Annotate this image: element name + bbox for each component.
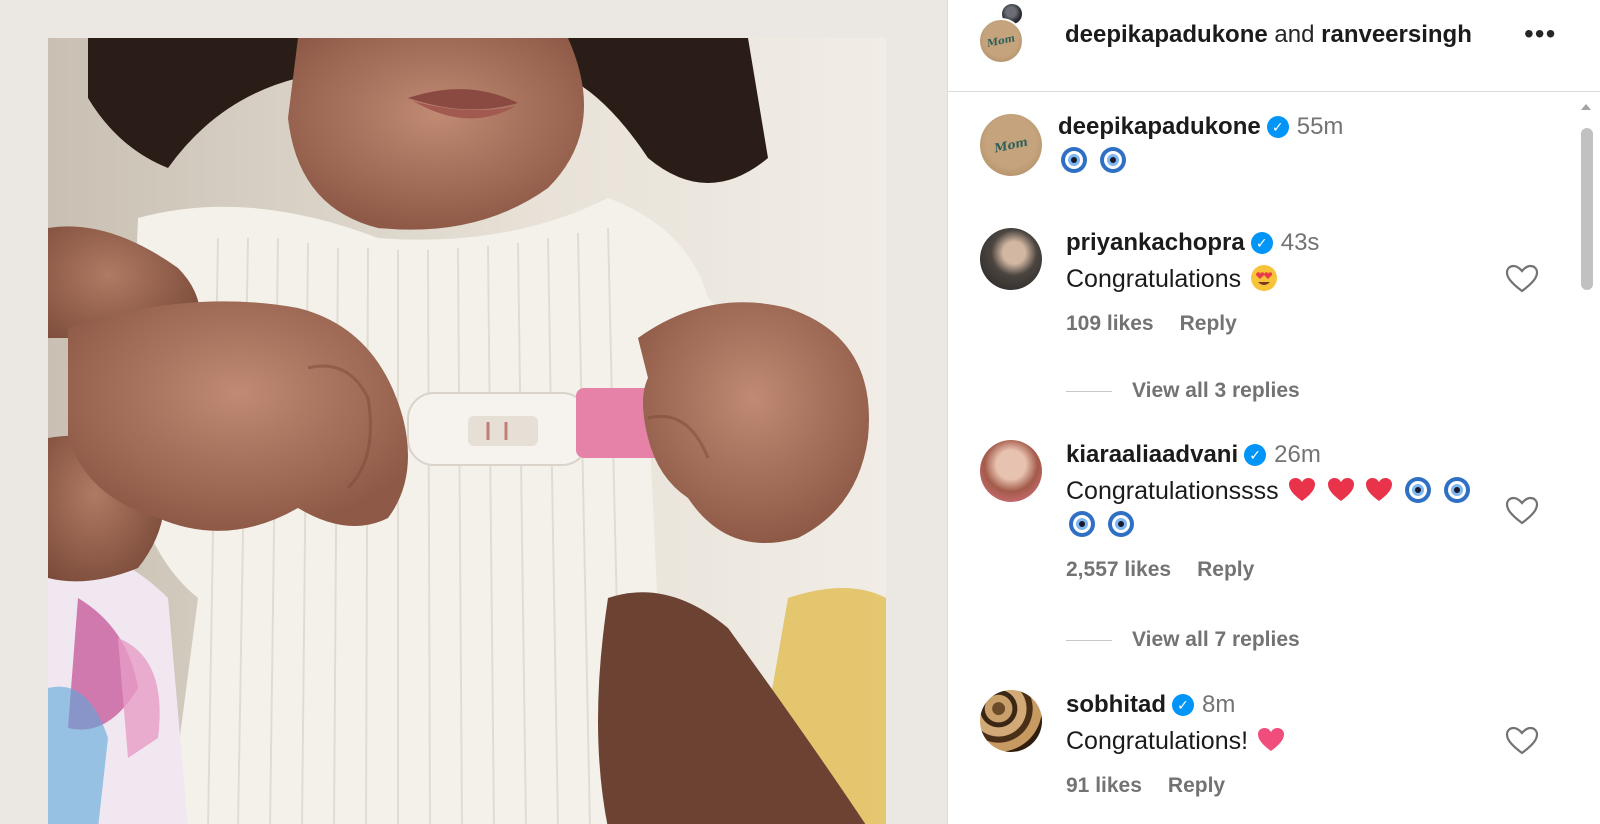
red-heart-icon bbox=[1366, 478, 1393, 501]
post-photo-illustration bbox=[48, 38, 886, 824]
heart-eyes-icon bbox=[1251, 265, 1278, 291]
comments-scrollbar[interactable] bbox=[1579, 100, 1593, 824]
avatar: Mom bbox=[978, 18, 1024, 64]
nazar-amulet-icon bbox=[1099, 147, 1126, 173]
more-options-button[interactable]: ••• bbox=[1524, 20, 1556, 48]
and-text: and bbox=[1274, 21, 1315, 48]
avatar[interactable] bbox=[980, 228, 1042, 290]
comment-body: priyankachopra ✓ 43s Congratulations 109 l… bbox=[1066, 228, 1486, 336]
avatar[interactable] bbox=[980, 690, 1042, 752]
verified-badge-icon: ✓ bbox=[1244, 444, 1267, 466]
comment-meta: 91 likes Reply bbox=[1066, 774, 1486, 798]
comment-text: Congratulations! bbox=[1066, 724, 1486, 758]
post-photo[interactable] bbox=[48, 38, 886, 824]
like-heart-icon[interactable] bbox=[1505, 496, 1539, 526]
comment-timestamp[interactable]: 43s bbox=[1281, 229, 1320, 256]
comment-timestamp[interactable]: 8m bbox=[1202, 691, 1235, 718]
replies-divider bbox=[1066, 390, 1112, 392]
nazar-amulet-icon bbox=[1061, 147, 1087, 173]
like-heart-icon[interactable] bbox=[1505, 264, 1539, 294]
view-replies-button[interactable]: View all 7 replies bbox=[1066, 628, 1300, 652]
author-link[interactable]: deepikapadukone bbox=[1065, 21, 1268, 48]
comment-header: priyankachopra ✓ 43s bbox=[1066, 228, 1486, 258]
view-replies-label: View all 3 replies bbox=[1132, 379, 1300, 402]
comment-username[interactable]: deepikapadukone bbox=[1058, 113, 1261, 140]
post-authors: deepikapadukone and ranveersingh bbox=[1065, 20, 1472, 50]
scrollbar-thumb[interactable] bbox=[1581, 128, 1593, 290]
comment-text-content: Congratulations bbox=[1066, 265, 1242, 293]
comment-text bbox=[1058, 144, 1478, 178]
red-heart-icon bbox=[1327, 478, 1354, 501]
verified-badge-icon: ✓ bbox=[1266, 116, 1289, 138]
comment-header: sobhitad ✓ 8m bbox=[1066, 690, 1486, 720]
reply-button[interactable]: Reply bbox=[1180, 312, 1237, 335]
nazar-amulet-icon bbox=[1444, 477, 1471, 503]
comment-item: sobhitad ✓ 8m Congratulations! 91 likes Rep… bbox=[948, 690, 1548, 824]
comment-username[interactable]: kiaraaliaadvani bbox=[1066, 441, 1238, 468]
avatar-text: Mom bbox=[985, 32, 1016, 50]
comment-username[interactable]: priyankachopra bbox=[1066, 229, 1245, 256]
comment-meta: 109 likes Reply bbox=[1066, 312, 1486, 336]
comments-side-pane: Mom deepikapadukone and ranveersingh •••… bbox=[947, 0, 1600, 824]
comment-timestamp[interactable]: 26m bbox=[1274, 441, 1321, 468]
comment-timestamp[interactable]: 55m bbox=[1297, 113, 1344, 140]
red-heart-icon bbox=[1288, 478, 1315, 501]
comment-body: deepikapadukone ✓ 55m bbox=[1058, 112, 1478, 178]
likes-count[interactable]: 2,557 likes bbox=[1066, 558, 1171, 581]
comment-text: Congratulationssss bbox=[1066, 474, 1506, 542]
like-heart-icon[interactable] bbox=[1505, 726, 1539, 756]
avatar[interactable]: Mom bbox=[980, 114, 1042, 176]
view-replies-label: View all 7 replies bbox=[1132, 628, 1300, 651]
verified-badge-icon: ✓ bbox=[1250, 232, 1273, 254]
pink-heart-icon bbox=[1258, 728, 1285, 751]
comment-text: Congratulations bbox=[1066, 262, 1486, 296]
collab-avatars[interactable]: Mom bbox=[978, 2, 1026, 66]
author-link[interactable]: ranveersingh bbox=[1321, 21, 1472, 48]
nazar-amulet-icon bbox=[1069, 511, 1095, 537]
comment-header: kiaraaliaadvani ✓ 26m bbox=[1066, 440, 1506, 470]
comments-list: Mom deepikapadukone ✓ 55m priyankachopra ✓ 4… bbox=[948, 92, 1600, 824]
nazar-amulet-icon bbox=[1405, 477, 1432, 503]
comment-username[interactable]: sobhitad bbox=[1066, 691, 1166, 718]
post-media-pane bbox=[0, 0, 947, 824]
comment-header: deepikapadukone ✓ 55m bbox=[1058, 112, 1478, 142]
comment-text-content: Congratulations! bbox=[1066, 727, 1249, 755]
comment-body: kiaraaliaadvani ✓ 26m Congratulationssss 2… bbox=[1066, 440, 1506, 582]
reply-button[interactable]: Reply bbox=[1197, 558, 1254, 581]
nazar-amulet-icon bbox=[1107, 511, 1134, 537]
view-replies-button[interactable]: View all 3 replies bbox=[1066, 379, 1300, 403]
avatar[interactable] bbox=[980, 440, 1042, 502]
verified-badge-icon: ✓ bbox=[1172, 694, 1194, 716]
comment-text-content: Congratulationssss bbox=[1066, 477, 1279, 505]
reply-button[interactable]: Reply bbox=[1168, 774, 1225, 797]
caption-comment: Mom deepikapadukone ✓ 55m bbox=[948, 112, 1548, 194]
avatar-text: Mom bbox=[992, 134, 1030, 156]
scroll-up-arrow-icon[interactable] bbox=[1579, 100, 1593, 114]
post-header: Mom deepikapadukone and ranveersingh ••• bbox=[948, 0, 1600, 92]
likes-count[interactable]: 91 likes bbox=[1066, 774, 1142, 797]
comment-meta: 2,557 likes Reply bbox=[1066, 558, 1506, 582]
comment-body: sobhitad ✓ 8m Congratulations! 91 likes Rep… bbox=[1066, 690, 1486, 798]
comment-item: kiaraaliaadvani ✓ 26m Congratulationssss 2… bbox=[948, 440, 1548, 640]
likes-count[interactable]: 109 likes bbox=[1066, 312, 1154, 335]
replies-divider bbox=[1066, 639, 1112, 641]
